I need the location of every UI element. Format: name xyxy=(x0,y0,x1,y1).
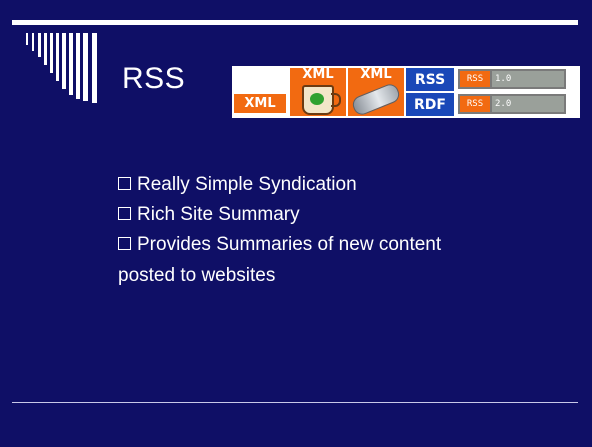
rss-version-badge: RSS 1.0 xyxy=(458,69,566,89)
list-item: Really Simple Syndication xyxy=(118,170,558,200)
rdf-label: RDF xyxy=(406,93,454,116)
bullet-continuation: posted to websites xyxy=(118,265,276,286)
square-bullet-icon xyxy=(118,237,131,250)
square-bullet-icon xyxy=(118,207,131,220)
slide-title: RSS xyxy=(122,62,186,95)
feed-badges-image: XML XML XML RSS RDF RSS 1.0 RSS 2.0 xyxy=(232,66,580,118)
xml-pill-icon: XML xyxy=(348,68,404,118)
bullet-list: Really Simple Syndication Rich Site Summ… xyxy=(118,170,558,260)
list-item: Rich Site Summary xyxy=(118,200,558,230)
xml-mug-icon: XML xyxy=(290,68,346,116)
rss-version-badge: RSS 2.0 xyxy=(458,94,566,114)
xml-badge-icon: XML xyxy=(234,94,286,113)
square-bullet-icon xyxy=(118,177,131,190)
bottom-rule xyxy=(12,402,578,403)
slide: RSS XML XML XML RSS RDF RSS 1.0 RSS 2.0 … xyxy=(0,0,592,447)
top-rule xyxy=(12,20,578,25)
list-item: Provides Summaries of new content xyxy=(118,230,558,260)
rss-label: RSS xyxy=(406,68,454,91)
rss-rdf-badge-icon: RSS RDF xyxy=(406,68,454,116)
